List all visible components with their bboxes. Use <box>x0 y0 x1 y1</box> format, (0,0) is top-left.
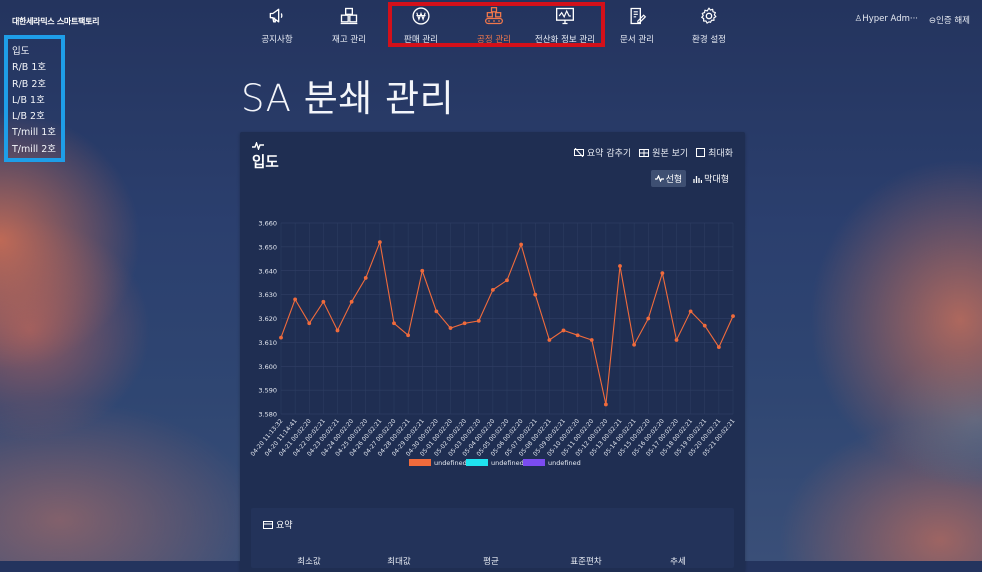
summary-title: 요약 <box>276 521 293 531</box>
sidebar-item-tmill2[interactable]: T/mill 2호 <box>12 142 61 158</box>
data-point <box>476 318 481 323</box>
sidebar-menu: 입도 R/B 1호 R/B 2호 L/B 1호 L/B 2호 T/mill 1호… <box>4 35 65 162</box>
nav-notice[interactable]: 공지사항 <box>242 6 312 45</box>
data-point <box>575 333 580 338</box>
data-point <box>377 240 382 244</box>
legend-label: undefined <box>491 459 524 467</box>
legend-swatch <box>466 459 488 466</box>
data-point <box>363 276 368 280</box>
data-point <box>674 338 679 342</box>
summary-col-max: 최대값 <box>387 557 411 567</box>
y-tick-label: 3.610 <box>258 339 277 347</box>
legend-swatch <box>523 459 545 466</box>
y-tick-label: 3.660 <box>258 220 277 228</box>
summary-table-icon <box>263 520 273 529</box>
brand-title: 대한세라믹스 스마트팩토리 <box>12 17 100 26</box>
boxes-icon <box>340 7 358 25</box>
lock-icon: ⊖ <box>928 16 937 26</box>
legend-label: undefined <box>548 459 581 467</box>
logout-label: 인증 해제 <box>936 16 970 26</box>
megaphone-icon <box>269 8 283 23</box>
nav-inventory-label: 재고 관리 <box>332 35 366 45</box>
document-edit-icon <box>630 7 647 25</box>
chart-card: 입도 요약 감추기 원본 보기 최대화 선형 막대형 3.660 3.650 3.6… <box>240 132 745 572</box>
y-tick-label: 3.590 <box>258 387 277 395</box>
data-point <box>519 242 524 247</box>
sidebar-item-lb2[interactable]: L/B 2호 <box>12 109 61 125</box>
sidebar-item-lb1[interactable]: L/B 1호 <box>12 93 61 109</box>
data-point <box>632 342 637 347</box>
sidebar-item-particle-size[interactable]: 입도 <box>12 44 61 60</box>
data-point <box>618 264 622 268</box>
gear-icon <box>701 7 717 24</box>
data-point <box>335 328 340 333</box>
data-point <box>321 299 326 304</box>
y-tick-label: 3.620 <box>258 315 277 323</box>
summary-col-std: 표준편차 <box>570 557 602 567</box>
data-point <box>490 287 495 292</box>
nav-settings-label: 환경 설정 <box>692 35 726 45</box>
nav-highlight-box <box>388 2 605 47</box>
y-tick-label: 3.630 <box>258 291 277 299</box>
nav-documents-label: 문서 관리 <box>620 35 654 45</box>
data-point <box>589 338 594 342</box>
data-point <box>547 338 552 342</box>
data-point <box>646 316 651 321</box>
summary-col-min: 최소값 <box>297 557 321 567</box>
page-title: SA 분쇄 관리 <box>241 77 455 120</box>
line-chart: 3.660 3.650 3.640 3.630 3.620 3.610 3.600 3.590… <box>249 220 736 468</box>
data-point <box>688 309 693 314</box>
data-point <box>462 321 467 326</box>
data-point <box>420 268 425 273</box>
summary-header: 요약 <box>263 518 293 531</box>
summary-col-trend: 추세 <box>670 557 686 567</box>
user-name: Hyper Adm··· <box>862 14 918 24</box>
data-point <box>660 271 665 276</box>
data-point <box>279 335 283 340</box>
data-point <box>603 402 608 407</box>
legend-swatch <box>409 459 431 466</box>
data-point <box>561 328 566 333</box>
legend-label: undefined <box>434 459 467 467</box>
data-point <box>406 333 411 338</box>
nav-settings[interactable]: 환경 설정 <box>674 6 744 45</box>
sidebar-item-rb2[interactable]: R/B 2호 <box>12 77 61 93</box>
y-tick-label: 3.580 <box>258 411 277 419</box>
logout-button[interactable]: ⊖인증 해제 <box>929 14 970 26</box>
y-tick-label: 3.650 <box>258 243 277 251</box>
data-point <box>307 321 312 326</box>
summary-col-avg: 평균 <box>483 557 499 567</box>
data-point <box>448 326 453 330</box>
data-point <box>293 297 298 302</box>
data-point <box>731 314 735 319</box>
data-point <box>702 323 707 328</box>
data-point <box>349 299 354 304</box>
summary-panel: 요약 최소값 최대값 평균 표준편차 추세 <box>251 508 734 568</box>
nav-inventory[interactable]: 재고 관리 <box>314 6 384 45</box>
y-tick-label: 3.600 <box>258 363 277 371</box>
sidebar-item-tmill1[interactable]: T/mill 1호 <box>12 125 61 141</box>
data-point <box>533 292 538 297</box>
data-point <box>434 309 439 314</box>
data-point <box>505 278 509 283</box>
sidebar-item-rb1[interactable]: R/B 1호 <box>12 60 61 76</box>
data-point <box>716 345 721 350</box>
user-menu[interactable]: ♙Hyper Adm··· <box>855 14 918 24</box>
nav-notice-label: 공지사항 <box>261 35 293 45</box>
nav-documents[interactable]: 문서 관리 <box>602 6 672 45</box>
data-point <box>392 321 396 326</box>
y-tick-label: 3.640 <box>258 267 277 275</box>
